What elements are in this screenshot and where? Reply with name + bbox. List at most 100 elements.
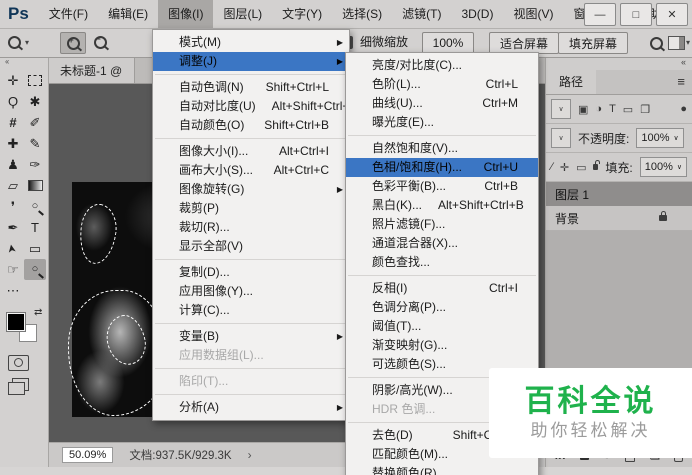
menu-item[interactable]: 反相(I) Ctrl+I xyxy=(346,279,538,298)
shape-tool[interactable]: ▭ xyxy=(24,238,46,259)
path-select-tool[interactable]: ➤ xyxy=(2,238,24,259)
filter-adjustment-icon[interactable]: ◑ xyxy=(595,103,602,115)
maximize-button[interactable]: □ xyxy=(620,3,652,26)
menu-item[interactable]: 计算(C)... xyxy=(153,301,349,320)
menubar-item[interactable]: 选择(S) xyxy=(332,0,392,28)
zoom-tool-preset[interactable]: ▾ xyxy=(8,36,29,49)
menu-item[interactable]: 应用图像(Y)... xyxy=(153,282,349,301)
menu-item[interactable]: 自动颜色(O) Shift+Ctrl+B xyxy=(153,116,349,135)
filter-smart-object-icon[interactable]: ❐ xyxy=(640,103,650,116)
menu-item[interactable]: 模式(M) xyxy=(153,33,349,52)
zoom-in-button[interactable]: + xyxy=(60,32,86,54)
healing-brush-tool[interactable]: ✚ xyxy=(2,133,24,154)
menubar-item[interactable]: 文字(Y) xyxy=(272,0,332,28)
foreground-color-swatch[interactable] xyxy=(6,312,26,332)
menu-item[interactable]: 变量(B) xyxy=(153,327,349,346)
brush-tool[interactable]: ✎ xyxy=(24,133,46,154)
fill-field[interactable]: 100% ∨ xyxy=(639,157,687,177)
lasso-tool[interactable]: Ϙ xyxy=(2,91,24,112)
menu-item[interactable]: 自然饱和度(V)... xyxy=(346,139,538,158)
filter-pixel-icon[interactable]: ▣ xyxy=(578,103,588,116)
quick-mask-button[interactable] xyxy=(8,355,29,371)
menu-item[interactable]: 黑白(K)... Alt+Shift+Ctrl+B xyxy=(346,196,538,215)
history-brush-tool[interactable]: ✑ xyxy=(24,154,46,175)
menu-item[interactable]: 应用数据组(L)... xyxy=(153,346,349,365)
blend-mode-select[interactable]: ∨ xyxy=(551,128,571,148)
gradient-tool[interactable] xyxy=(24,175,46,196)
layer-row[interactable]: 背景 xyxy=(546,206,692,231)
zoom-tool[interactable]: ○ xyxy=(24,259,46,280)
swap-colors-icon[interactable]: ⇄ xyxy=(34,307,42,318)
panel-menu-icon[interactable]: ≡ xyxy=(677,70,685,94)
fit-screen-button[interactable]: 适合屏幕 xyxy=(489,32,560,54)
zoom-100-button[interactable]: 100% xyxy=(422,32,474,54)
filter-kind-select[interactable]: ∨ xyxy=(551,99,571,119)
menu-item[interactable]: 画布大小(S)... Alt+Ctrl+C xyxy=(153,161,349,180)
menubar-item[interactable]: 图层(L) xyxy=(213,0,272,28)
menu-item[interactable]: 图像大小(I)... Alt+Ctrl+I xyxy=(153,142,349,161)
menu-item[interactable]: 亮度/对比度(C)... xyxy=(346,56,538,75)
menubar-item[interactable]: 3D(D) xyxy=(451,0,503,28)
chevron-down-icon[interactable]: ▾ xyxy=(686,38,690,47)
menu-item[interactable]: 分析(A) xyxy=(153,398,349,417)
menu-item[interactable]: 调整(J) xyxy=(153,52,349,71)
filter-shape-icon[interactable]: ▭ xyxy=(623,103,633,116)
type-tool[interactable]: T xyxy=(24,217,46,238)
menu-item[interactable]: 渐变映射(G)... xyxy=(346,336,538,355)
screen-mode-button[interactable] xyxy=(8,378,29,395)
close-button[interactable]: ✕ xyxy=(656,3,688,26)
document-tab[interactable]: 未标题-1 @ xyxy=(48,57,136,83)
crop-tool[interactable]: # xyxy=(2,112,24,133)
menu-item[interactable]: 色调分离(P)... xyxy=(346,298,538,317)
pen-tool[interactable]: ✒ xyxy=(2,217,24,238)
fill-screen-button[interactable]: 填充屏幕 xyxy=(558,32,629,54)
lock-all-icon[interactable] xyxy=(593,160,600,170)
lock-position-icon[interactable]: ✛ xyxy=(560,161,569,174)
menubar-item[interactable]: 图像(I) xyxy=(158,0,214,28)
menu-item[interactable]: 自动色调(N) Shift+Ctrl+L xyxy=(153,78,349,97)
menu-item[interactable]: 裁切(R)... xyxy=(153,218,349,237)
menu-item[interactable]: 色阶(L)... Ctrl+L xyxy=(346,75,538,94)
zoom-out-button[interactable]: − xyxy=(88,32,112,52)
magic-wand-tool[interactable]: ✱ xyxy=(24,91,46,112)
layer-row[interactable]: 图层 1 xyxy=(546,182,692,206)
menu-item[interactable]: 替换颜色(R)... xyxy=(346,464,538,475)
menu-item[interactable]: 色彩平衡(B)... Ctrl+B xyxy=(346,177,538,196)
menubar-item[interactable]: 滤镜(T) xyxy=(392,0,451,28)
menu-item[interactable]: 照片滤镜(F)... xyxy=(346,215,538,234)
menu-item[interactable]: 图像旋转(G) xyxy=(153,180,349,199)
filter-toggle-icon[interactable]: ● xyxy=(680,103,687,115)
zoom-level-field[interactable]: 50.09% xyxy=(62,447,114,463)
clone-stamp-tool[interactable]: ♟ xyxy=(2,154,24,175)
menubar-item[interactable]: 文件(F) xyxy=(39,0,98,28)
move-tool[interactable]: ✛ xyxy=(2,70,24,91)
menu-item[interactable]: 显示全部(V) xyxy=(153,237,349,256)
menu-item[interactable]: 裁剪(P) xyxy=(153,199,349,218)
menu-item[interactable]: 自动对比度(U) Alt+Shift+Ctrl+L xyxy=(153,97,356,116)
collapse-tools-icon[interactable]: ‹‹ xyxy=(0,57,48,70)
collapse-panels-icon[interactable]: ‹‹ xyxy=(546,57,692,70)
menu-item[interactable]: 颜色查找... xyxy=(346,253,538,272)
menu-item[interactable]: 曲线(U)... Ctrl+M xyxy=(346,94,538,113)
more-tools[interactable]: ⋯ xyxy=(2,280,24,301)
workspace-layout-icon[interactable] xyxy=(668,36,685,50)
lock-transparency-icon[interactable]: ∕ xyxy=(551,161,553,173)
menu-item[interactable]: 复制(D)... xyxy=(153,263,349,282)
menu-item[interactable]: 阈值(T)... xyxy=(346,317,538,336)
blur-tool[interactable]: ❜ xyxy=(2,196,24,217)
tab-paths[interactable]: 路径 xyxy=(546,70,597,94)
eyedropper-tool[interactable]: ✐ xyxy=(24,112,46,133)
menu-item[interactable]: 色相/饱和度(H)... Ctrl+U xyxy=(346,158,538,177)
menubar-item[interactable]: 编辑(E) xyxy=(98,0,158,28)
dodge-tool[interactable]: ○ xyxy=(24,196,46,217)
eraser-tool[interactable]: ▱ xyxy=(2,175,24,196)
menu-item[interactable]: 通道混合器(X)... xyxy=(346,234,538,253)
minimize-button[interactable]: — xyxy=(584,3,616,26)
menu-item[interactable]: 曝光度(E)... xyxy=(346,113,538,132)
status-chevron-icon[interactable]: › xyxy=(248,448,252,462)
menubar-item[interactable]: 视图(V) xyxy=(503,0,563,28)
opacity-field[interactable]: 100% ∨ xyxy=(636,128,684,148)
filter-type-icon[interactable]: T xyxy=(609,103,616,115)
lock-artboard-icon[interactable]: ▭ xyxy=(576,161,586,174)
rect-marquee-tool[interactable] xyxy=(24,70,46,91)
